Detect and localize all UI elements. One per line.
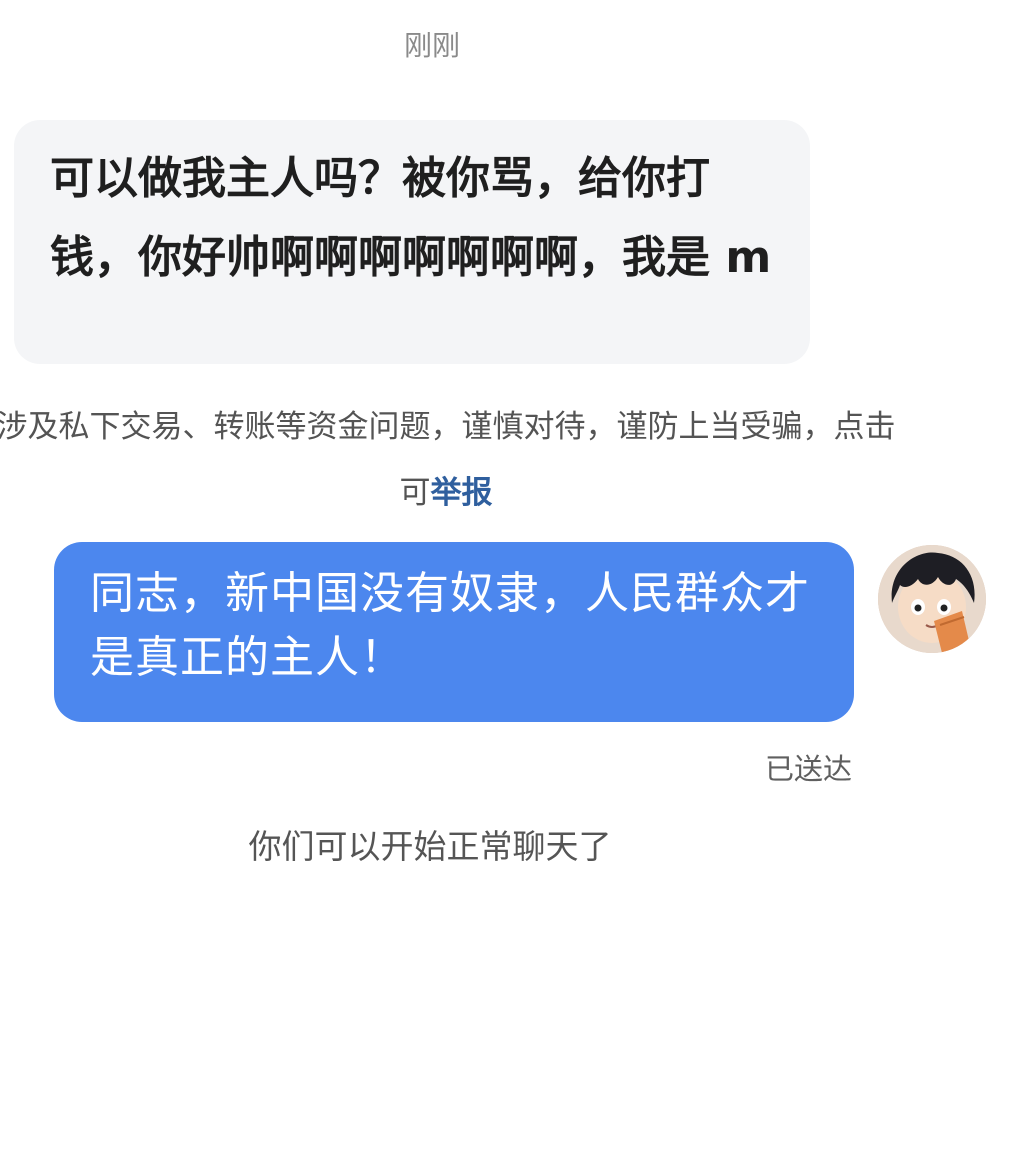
message-timestamp: 刚刚 [403,29,460,62]
outgoing-message-bubble[interactable]: 同志，新中国没有奴隶，人民群众才是真正的主人！ [54,542,854,722]
system-message: 你们可以开始正常聊天了 [248,827,612,866]
outgoing-message-text: 同志，新中国没有奴隶，人民群众才是真正的主人！ [90,568,810,683]
report-link[interactable]: 举报 [431,475,493,511]
user-avatar[interactable] [878,545,986,653]
safety-warning: 涉及私下交易、转账等资金问题，谨慎对待，谨防上当受骗，点击可举报 [0,394,906,526]
anime-boy-avatar-icon [878,545,986,653]
incoming-message-bubble[interactable]: 可以做我主人吗？被你骂，给你打钱，你好帅啊啊啊啊啊啊啊，我是 m [14,120,810,364]
incoming-message-text: 可以做我主人吗？被你骂，给你打钱，你好帅啊啊啊啊啊啊啊，我是 m [50,153,772,283]
delivery-status: 已送达 [764,752,852,786]
